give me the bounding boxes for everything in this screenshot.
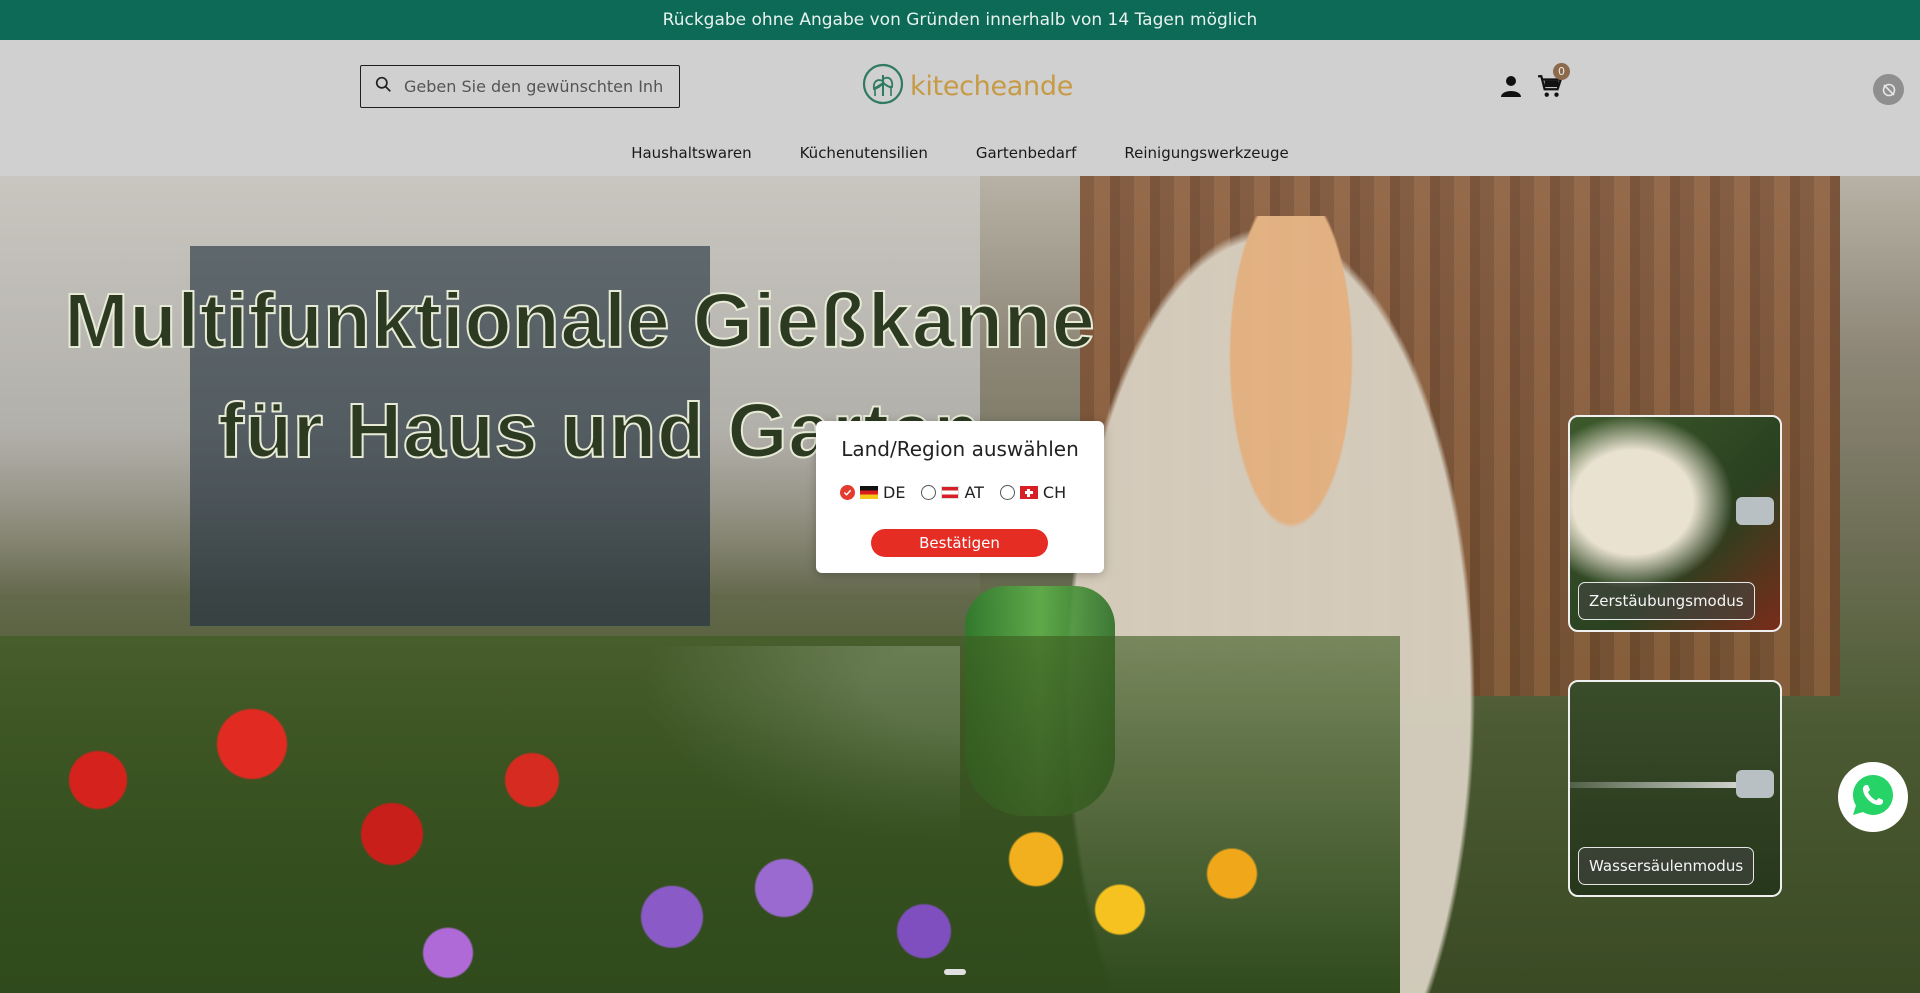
confirm-button[interactable]: Bestätigen [871, 529, 1048, 557]
nav-item-reinigungswerkzeuge[interactable]: Reinigungswerkzeuge [1124, 144, 1288, 162]
region-modal-title: Land/Region auswählen [841, 437, 1079, 461]
cart-count-badge: 0 [1553, 63, 1570, 80]
mode-label-mist: Zerstäubungsmodus [1578, 582, 1755, 620]
mode-label-jet: Wassersäulenmodus [1578, 847, 1755, 885]
switzerland-flag-icon [1019, 486, 1038, 499]
search-input[interactable] [404, 77, 664, 96]
mode-thumbnail-mist[interactable]: Zerstäubungsmodus [1568, 415, 1782, 632]
nav-item-gartenbedarf[interactable]: Gartenbedarf [976, 144, 1077, 162]
nav-item-kuechenutensilien[interactable]: Küchenutensilien [800, 144, 928, 162]
announcement-bar: Rückgabe ohne Angabe von Gründen innerha… [0, 0, 1920, 40]
region-code-ch: CH [1042, 483, 1067, 502]
radio-ch[interactable] [999, 485, 1015, 500]
hero-headline-line1: Multifunktionale Gießkanne [63, 277, 1096, 365]
announcement-text: Rückgabe ohne Angabe von Gründen innerha… [662, 10, 1258, 30]
region-option-ch[interactable]: CH [999, 483, 1067, 502]
mode-thumbnail-jet[interactable]: Wassersäulenmodus [1568, 680, 1782, 897]
radio-de-selected[interactable] [840, 485, 855, 500]
nozzle-image [1736, 770, 1774, 798]
search-box[interactable] [360, 65, 680, 108]
germany-flag-icon [860, 486, 878, 499]
region-code-at: AT [964, 483, 984, 502]
user-icon[interactable] [1499, 74, 1523, 98]
region-modal: Land/Region auswählen DE AT CH Bestätige… [816, 421, 1104, 573]
slider-dot[interactable] [944, 969, 966, 975]
site-header: kitecheande 0 Haushaltswaren Küchenutens… [0, 40, 1920, 176]
region-code-de: DE [883, 483, 906, 502]
nozzle-image [1736, 497, 1774, 525]
nav-item-haushaltswaren[interactable]: Haushaltswaren [631, 144, 751, 162]
radio-at[interactable] [921, 485, 937, 500]
whatsapp-button[interactable] [1838, 762, 1908, 832]
region-option-de[interactable]: DE [840, 483, 905, 502]
settings-icon[interactable] [1873, 74, 1904, 105]
austria-flag-icon [941, 486, 960, 499]
main-nav: Haushaltswaren Küchenutensilien Gartenbe… [0, 144, 1920, 162]
leaf-house-icon [862, 63, 904, 109]
brand-name: kitecheande [910, 70, 1074, 102]
search-icon[interactable] [375, 76, 392, 97]
whatsapp-icon [1849, 771, 1897, 823]
region-options: DE AT CH [840, 483, 1066, 502]
hero-flowers [0, 636, 1400, 993]
site-logo[interactable]: kitecheande [862, 63, 1073, 109]
hero-banner[interactable]: Multifunktionale Gießkanne für Haus und … [0, 176, 1920, 993]
region-option-at[interactable]: AT [921, 483, 984, 502]
